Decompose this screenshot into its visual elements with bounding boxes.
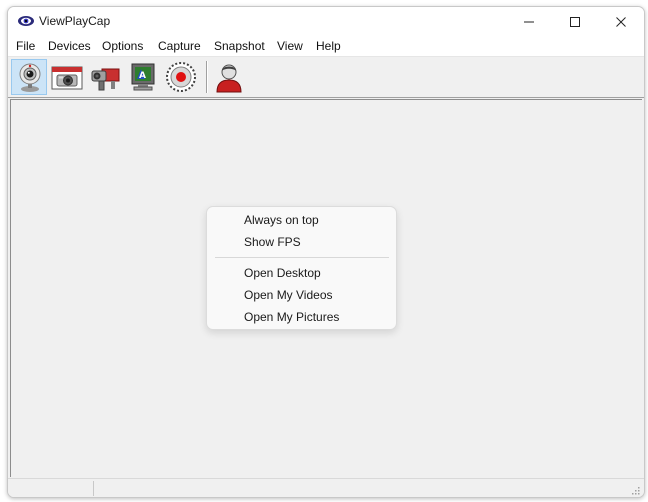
app-window: ViewPlayCap File Devices Options Capture… — [7, 6, 645, 498]
photo-camera-button[interactable] — [49, 59, 85, 95]
menu-capture[interactable]: Capture — [158, 39, 201, 53]
menu-item-open-my-pictures[interactable]: Open My Pictures — [244, 310, 339, 324]
user-button[interactable] — [211, 59, 247, 95]
window-title: ViewPlayCap — [39, 14, 111, 28]
minimize-button[interactable] — [506, 7, 552, 37]
context-menu: Always on top Show FPS Open Desktop Open… — [206, 206, 397, 330]
menu-file[interactable]: File — [16, 39, 35, 53]
menu-options[interactable]: Options — [102, 39, 143, 53]
webcam-icon — [19, 63, 41, 92]
record-icon — [166, 62, 196, 92]
menu-snapshot[interactable]: Snapshot — [214, 39, 265, 53]
status-divider — [93, 481, 94, 496]
video-camera-button[interactable] — [87, 59, 123, 95]
maximize-button[interactable] — [552, 7, 598, 37]
menu-item-always-on-top[interactable]: Always on top — [244, 213, 319, 227]
svg-text:A: A — [139, 71, 146, 81]
menu-item-open-my-videos[interactable]: Open My Videos — [244, 288, 333, 302]
maximize-icon — [570, 17, 580, 27]
record-button[interactable] — [163, 59, 199, 95]
minimize-icon — [524, 21, 534, 23]
app-eye-icon — [18, 16, 34, 26]
close-icon — [616, 17, 626, 27]
menu-devices[interactable]: Devices — [48, 39, 91, 53]
user-icon — [216, 64, 242, 93]
resize-grip-icon[interactable] — [630, 485, 640, 495]
menu-separator — [215, 257, 389, 258]
desktop-button[interactable]: A — [125, 59, 161, 95]
menu-view[interactable]: View — [277, 39, 303, 53]
desktop-monitor-icon: A — [131, 63, 155, 91]
status-bar — [8, 478, 644, 497]
toolbar: A — [8, 57, 644, 98]
toolbar-separator — [206, 61, 208, 93]
menu-item-open-desktop[interactable]: Open Desktop — [244, 266, 321, 280]
video-camera-icon — [91, 68, 120, 91]
photo-camera-icon — [51, 66, 83, 90]
menu-help[interactable]: Help — [316, 39, 341, 53]
close-button[interactable] — [598, 7, 644, 37]
menu-bar: File Devices Options Capture Snapshot Vi… — [8, 37, 644, 57]
webcam-button[interactable] — [11, 59, 47, 95]
title-bar[interactable]: ViewPlayCap — [8, 7, 644, 37]
menu-item-show-fps[interactable]: Show FPS — [244, 235, 301, 249]
